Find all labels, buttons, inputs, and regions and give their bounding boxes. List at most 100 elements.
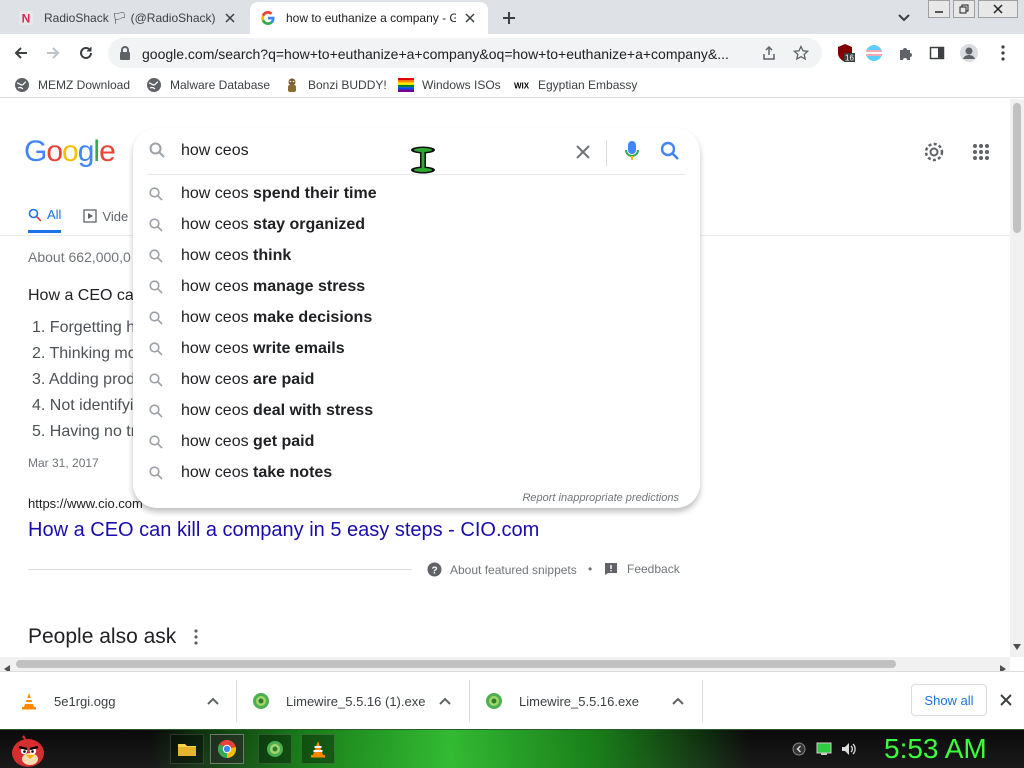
download-filename: 5e1rgi.ogg (54, 693, 116, 709)
scroll-down-arrow-icon[interactable] (1013, 637, 1021, 655)
suggestion-prefix: how ceos (181, 370, 249, 388)
search-icon (28, 208, 42, 222)
download-item[interactable]: Limewire_5.5.16 (1).exe (252, 682, 454, 720)
tab-all[interactable]: All (28, 203, 62, 233)
trans-flag-extension-icon[interactable] (863, 42, 885, 64)
profile-avatar-icon[interactable] (958, 42, 980, 64)
suggestion-item[interactable]: how ceos stay organized (133, 209, 700, 240)
svg-text:WIX: WIX (514, 82, 530, 90)
folder-icon[interactable] (170, 734, 204, 764)
reload-icon[interactable] (73, 40, 99, 66)
chevron-up-icon[interactable] (669, 697, 687, 705)
address-bar[interactable]: google.com/search?q=how+to+euthanize+a+c… (108, 38, 822, 68)
tab-radioshack[interactable]: N RadioShack 🏳 (@RadioShack)|nitte (8, 2, 248, 34)
minimize-icon[interactable] (928, 0, 950, 18)
wix-icon: WIX (514, 77, 530, 93)
chrome-icon[interactable] (210, 734, 244, 764)
suggestion-completion: spend their time (253, 184, 377, 202)
close-downloads-icon[interactable] (996, 690, 1016, 710)
suggestion-item[interactable]: how ceos manage stress (133, 271, 700, 302)
list-item: 5. Having no tr (32, 423, 137, 440)
vertical-scrollbar[interactable] (1010, 99, 1024, 657)
ublock-extension-icon[interactable]: 16 (834, 42, 856, 64)
suggestion-item[interactable]: how ceos think (133, 240, 700, 271)
url-text[interactable]: google.com/search?q=how+to+euthanize+a+c… (142, 46, 754, 62)
vertical-scroll-thumb[interactable] (1013, 103, 1021, 233)
featured-snippet-list: 1. Forgetting h 2. Thinking mo 3. Adding… (32, 319, 137, 449)
show-all-downloads-button[interactable]: Show all (911, 684, 987, 716)
bookmark-windows-isos[interactable]: Windows ISOs (398, 75, 501, 95)
suggestion-item[interactable]: how ceos get paid (133, 426, 700, 457)
suggestion-completion: get paid (253, 432, 315, 450)
chevron-up-icon[interactable] (204, 697, 222, 705)
tab-close-icon[interactable] (462, 10, 478, 26)
close-icon[interactable] (978, 0, 1018, 18)
lock-icon[interactable] (118, 45, 132, 66)
bookmark-egyptian-embassy[interactable]: WIX Egyptian Embassy (514, 75, 637, 95)
about-snippets-label: About featured snippets (450, 562, 577, 577)
suggestion-item[interactable]: how ceos write emails (133, 333, 700, 364)
download-separator (236, 680, 237, 722)
suggestion-item[interactable]: how ceos spend their time (133, 178, 700, 209)
bookmarks-bar: MEMZ Download Malware Database Bonzi BUD… (0, 72, 1024, 98)
limewire-icon[interactable] (258, 734, 292, 764)
forward-icon[interactable] (40, 40, 66, 66)
tab-close-icon[interactable] (222, 10, 238, 26)
vlc-cone-icon[interactable] (301, 734, 335, 764)
google-logo[interactable]: Google (24, 135, 116, 169)
search-icon (149, 248, 165, 263)
tray-chevron-icon[interactable] (790, 740, 808, 758)
search-icon (149, 217, 165, 232)
clear-search-icon[interactable] (571, 140, 595, 164)
share-icon[interactable] (760, 44, 778, 62)
suggestion-item[interactable]: how ceos make decisions (133, 302, 700, 333)
search-input[interactable] (181, 142, 561, 160)
new-tab-button[interactable] (498, 7, 520, 29)
result-title-link[interactable]: How a CEO can kill a company in 5 easy s… (28, 519, 539, 542)
tab-videos[interactable]: Vide (83, 203, 128, 233)
search-icon (149, 434, 165, 449)
download-item[interactable]: 5e1rgi.ogg (20, 682, 222, 720)
suggestion-prefix: how ceos (181, 463, 249, 481)
suggestion-item[interactable]: how ceos deal with stress (133, 395, 700, 426)
volume-icon[interactable] (840, 740, 858, 758)
bonzi-icon (284, 77, 300, 93)
feedback-flag-icon (605, 563, 617, 575)
back-icon[interactable] (8, 40, 34, 66)
settings-gear-icon[interactable] (921, 139, 947, 165)
horizontal-scroll-thumb[interactable] (16, 660, 896, 668)
people-also-ask-heading: People also ask (28, 625, 177, 648)
bookmark-bonzi-buddy[interactable]: Bonzi BUDDY! (284, 75, 387, 95)
suggestion-completion: deal with stress (253, 401, 374, 419)
start-button-angry-bird-icon[interactable] (6, 730, 50, 768)
result-source-url[interactable]: https://www.cio.com (28, 496, 143, 511)
horizontal-scrollbar[interactable] (0, 657, 1010, 673)
taskbar-clock[interactable]: 5:53 AM (884, 733, 987, 765)
network-monitor-icon[interactable] (815, 740, 833, 758)
bookmark-malware-database[interactable]: Malware Database (146, 75, 270, 95)
more-options-icon[interactable] (194, 629, 198, 650)
report-predictions-link[interactable]: Report inappropriate predictions (522, 492, 679, 504)
tab-label: Vide (102, 208, 129, 224)
search-submit-icon[interactable] (658, 139, 682, 163)
bookmark-memz[interactable]: MEMZ Download (14, 75, 130, 95)
about-featured-snippets[interactable]: ? About featured snippets (427, 562, 577, 577)
download-item[interactable]: Limewire_5.5.16.exe (485, 682, 687, 720)
menu-kebab-icon[interactable] (992, 42, 1014, 64)
restore-icon[interactable] (953, 0, 975, 18)
suggestion-item[interactable]: how ceos are paid (133, 364, 700, 395)
feedback-link[interactable]: Feedback (605, 562, 680, 576)
chevron-up-icon[interactable] (436, 697, 454, 705)
suggestion-item[interactable]: how ceos take notes (133, 457, 700, 488)
suggestion-completion: stay organized (253, 215, 366, 233)
bookmark-star-icon[interactable] (792, 44, 810, 62)
puzzle-extensions-icon[interactable] (895, 42, 917, 64)
svg-text:N: N (22, 12, 31, 26)
side-panel-icon[interactable] (926, 42, 948, 64)
apps-grid-icon[interactable] (968, 139, 994, 165)
tab-search-chevron-icon[interactable] (897, 10, 911, 28)
google-results-page: Google All Vide About 662,000,0 How a CE… (0, 99, 1010, 657)
microphone-icon[interactable] (620, 139, 644, 163)
tab-google-search[interactable]: how to euthanize a company - Goo (250, 2, 488, 34)
suggestion-prefix: how ceos (181, 277, 249, 295)
